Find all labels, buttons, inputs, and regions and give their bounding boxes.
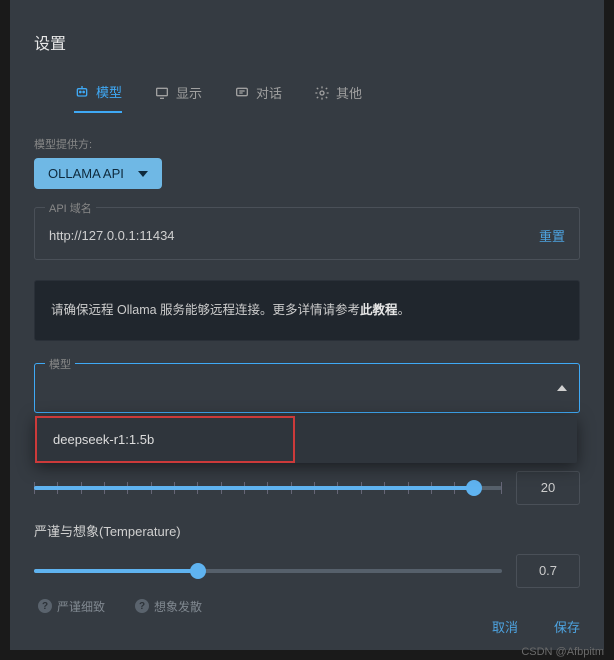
tab-label: 显示 [176,83,202,102]
modal-footer: 取消 保存 [492,617,580,636]
modal-title: 设置 [34,30,580,54]
provider-dropdown-button[interactable]: OLLAMA API [34,158,162,189]
display-icon [154,85,170,101]
tab-model[interactable]: 模型 [74,82,122,113]
tab-label: 其他 [336,83,362,102]
provider-section: 模型提供方: OLLAMA API [34,136,580,189]
info-icon: ? [135,599,149,613]
hint-high-text: 想象发散 [154,598,202,615]
tab-conversation[interactable]: 对话 [234,82,282,113]
hint-high: ? 想象发散 [135,598,202,615]
api-domain-field: API 域名 http://127.0.0.1:11434 重置 [34,207,580,260]
slider-thumb[interactable] [190,563,206,579]
temperature-hints: ? 严谨细致 ? 想象发散 [34,598,580,615]
info-icon: ? [38,599,52,613]
api-legend: API 域名 [45,200,96,216]
model-select-dropdown[interactable] [35,364,579,412]
gear-icon [314,85,330,101]
caret-up-icon [557,385,567,391]
context-value[interactable]: 20 [516,471,580,505]
tab-bar: 模型 显示 对话 其他 [34,82,580,114]
notice-suffix: 。 [398,303,411,317]
model-select-field: 模型 deepseek-r1:1.5b [34,363,580,413]
settings-modal: 设置 模型 显示 对话 其他 模型提供方: [10,0,604,650]
slider-thumb[interactable] [466,480,482,496]
chevron-down-icon [138,171,148,177]
hint-low: ? 严谨细致 [38,598,105,615]
save-button[interactable]: 保存 [554,617,580,636]
temperature-slider-section: 0.7 [34,554,580,588]
context-slider[interactable] [34,486,502,490]
robot-icon [74,84,90,100]
model-dropdown-list: deepseek-r1:1.5b [35,416,577,463]
api-domain-input[interactable]: http://127.0.0.1:11434 [49,228,175,243]
watermark: CSDN @Afbpitm [521,646,604,658]
provider-value: OLLAMA API [48,166,124,181]
chat-icon [234,85,250,101]
tab-other[interactable]: 其他 [314,82,362,113]
notice-link[interactable]: 此教程 [360,303,398,317]
slider-fill [34,569,198,573]
temperature-value[interactable]: 0.7 [516,554,580,588]
slider-fill [34,486,474,490]
model-option[interactable]: deepseek-r1:1.5b [35,416,295,463]
model-legend: 模型 [45,356,75,372]
notice-banner: 请确保远程 Ollama 服务能够远程连接。更多详情请参考此教程。 [34,280,580,341]
hint-low-text: 严谨细致 [57,598,105,615]
provider-label: 模型提供方: [34,136,580,152]
tab-display[interactable]: 显示 [154,82,202,113]
tab-label: 模型 [96,82,122,101]
temperature-label: 严谨与想象(Temperature) [34,521,580,540]
temperature-slider[interactable] [34,569,502,573]
context-slider-section: 20 [34,471,580,505]
notice-text: 请确保远程 Ollama 服务能够远程连接。更多详情请参考 [51,303,360,317]
api-reset-button[interactable]: 重置 [539,226,565,245]
tab-label: 对话 [256,83,282,102]
cancel-button[interactable]: 取消 [492,617,518,636]
